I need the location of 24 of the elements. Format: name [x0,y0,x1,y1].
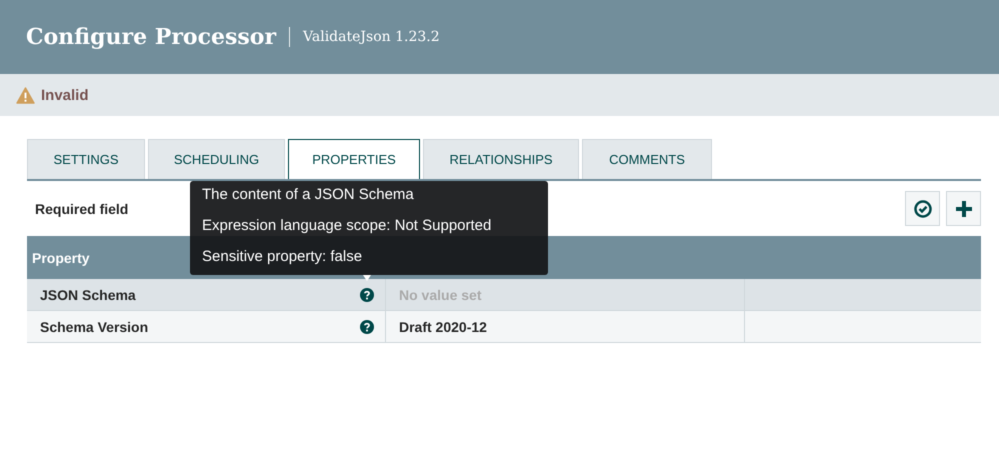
tab[interactable]: RELATIONSHIPS [423,139,579,179]
check-circle-icon [912,198,932,218]
add-property-button[interactable] [946,191,981,226]
dialog-title: Configure Processor [26,24,276,50]
property-value[interactable]: Draft 2020-12 [399,318,487,334]
required-field-label: Required field [34,200,128,216]
tab[interactable]: SETTINGS [27,139,145,179]
tab[interactable]: SCHEDULING [148,139,285,179]
processor-version: ValidateJson 1.23.2 [303,29,440,45]
plus-icon [954,198,974,218]
verify-button[interactable] [905,191,940,226]
property-name: Schema Version [40,318,148,334]
column-header: Property [32,250,90,266]
tooltip-line: The content of a JSON Schema [202,185,414,205]
tab[interactable]: COMMENTS [582,139,712,179]
tooltip-arrow [363,275,371,281]
status-label: Invalid [41,86,89,104]
tab[interactable]: PROPERTIES [288,139,420,179]
help-icon[interactable] [360,288,374,302]
tooltip-line: Sensitive property: false [202,247,362,267]
help-icon[interactable] [360,320,374,334]
tooltip-line: Expression language scope: Not Supported [202,216,492,236]
property-name: JSON Schema [40,286,136,302]
warning-icon [16,86,35,104]
